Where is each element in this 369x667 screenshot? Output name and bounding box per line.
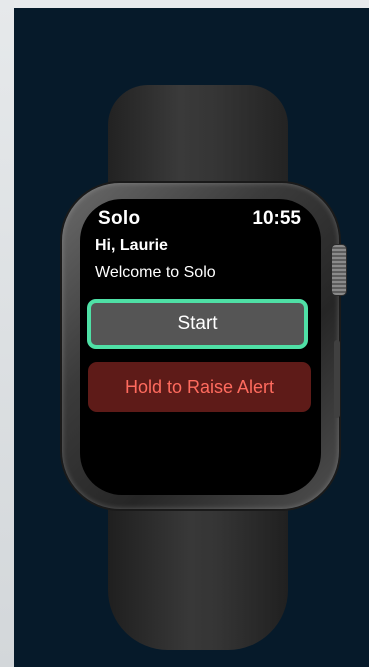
digital-crown[interactable]	[331, 244, 347, 296]
start-button-label: Start	[177, 313, 218, 334]
raise-alert-button[interactable]: Hold to Raise Alert	[88, 362, 311, 412]
simulator-sidebar-edge	[0, 0, 14, 667]
app-title: Solo	[98, 208, 141, 229]
raise-alert-button-label: Hold to Raise Alert	[124, 376, 275, 397]
welcome-text: Welcome to Solo	[95, 264, 216, 281]
status-time: 10:55	[252, 208, 301, 229]
start-button[interactable]: Start	[87, 299, 308, 349]
watch-side-button[interactable]	[334, 340, 340, 418]
greeting-text: Hi, Laurie	[95, 237, 168, 254]
simulator-top-edge	[14, 0, 369, 8]
watch-screen: Solo 10:55 Hi, Laurie Welcome to Solo St…	[80, 199, 321, 495]
